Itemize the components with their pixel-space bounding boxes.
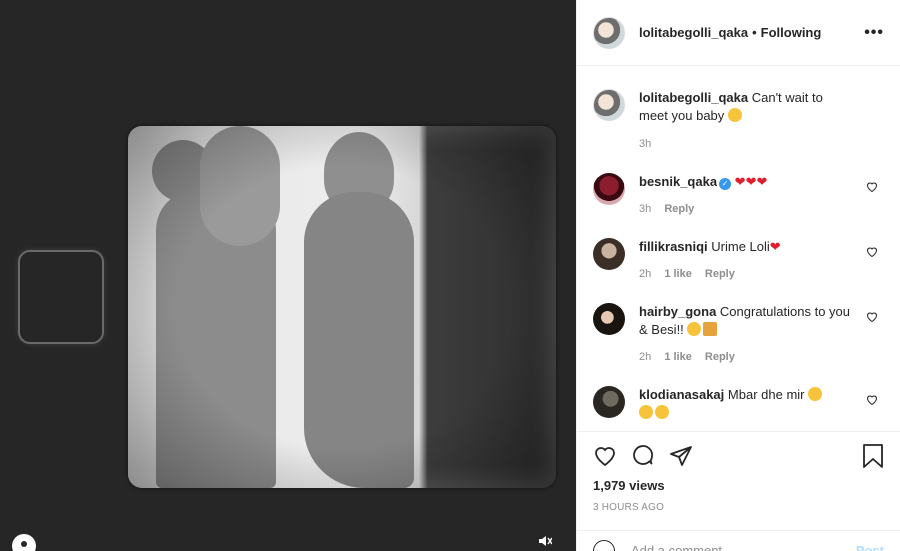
post-details-panel: lolitabegolli_qaka • Following ••• lolit… — [576, 0, 900, 551]
kiss-emoji-icon — [639, 405, 653, 419]
clap-emoji-icon — [687, 322, 702, 336]
post-media[interactable] — [0, 0, 576, 551]
film-vignette — [128, 126, 556, 488]
caption-avatar[interactable] — [593, 89, 625, 121]
kiss-emoji-icon — [655, 405, 669, 419]
share-icon[interactable] — [669, 444, 693, 468]
views-count[interactable]: 1,979 views — [593, 478, 884, 493]
party-popper-emoji-icon — [703, 322, 718, 336]
comment-item: klodianasakaj Mbar dhe mir — [593, 386, 884, 422]
comment-icon[interactable] — [631, 444, 655, 468]
like-comment-icon[interactable] — [866, 246, 878, 258]
commenter-avatar[interactable] — [593, 238, 625, 270]
author-avatar[interactable] — [593, 16, 625, 49]
kiss-emoji-icon — [808, 387, 823, 401]
mute-icon[interactable] — [538, 534, 560, 551]
like-icon[interactable] — [593, 444, 617, 468]
comment-item: besnik_qaka ✓ ❤❤❤ 3h Reply — [593, 173, 884, 218]
like-comment-icon[interactable] — [866, 394, 878, 406]
comment-text: Mbar dhe mir — [727, 387, 805, 402]
commenter-username[interactable]: besnik_qaka — [639, 174, 717, 189]
commenter-username[interactable]: fillikrasniqi — [639, 239, 708, 254]
add-comment-input[interactable] — [631, 543, 831, 551]
comment-time[interactable]: 2h — [639, 268, 651, 280]
author-username[interactable]: lolitabegolli_qaka — [639, 25, 748, 40]
verified-badge-icon: ✓ — [719, 178, 732, 190]
heart-emoji-icon: ❤❤❤ — [734, 174, 768, 189]
caption: lolitabegolli_qaka Can't wait to meet yo… — [593, 89, 884, 153]
comment-time[interactable]: 2h — [639, 351, 651, 363]
post-video[interactable] — [128, 126, 556, 488]
reply-button[interactable]: Reply — [705, 351, 735, 363]
commenter-username[interactable]: klodianasakaj — [639, 387, 724, 402]
commenter-avatar[interactable] — [593, 303, 625, 335]
comment-item: fillikrasniqi Urime Loli❤ 2h 1 like Repl… — [593, 238, 884, 283]
add-comment-bar: Post — [577, 530, 900, 551]
commenter-username[interactable]: hairby_gona — [639, 304, 716, 319]
comments-list[interactable]: lolitabegolli_qaka Can't wait to meet yo… — [577, 67, 900, 431]
film-sprocket-frame — [18, 250, 104, 344]
commenter-avatar[interactable] — [593, 173, 625, 205]
post-header: lolitabegolli_qaka • Following ••• — [577, 0, 900, 66]
tagged-users-icon[interactable] — [12, 534, 36, 551]
comment-item: hairby_gona Congratulations to you & Bes… — [593, 303, 884, 366]
reply-button[interactable]: Reply — [664, 203, 694, 215]
comment-likes[interactable]: 1 like — [664, 268, 692, 280]
commenter-avatar[interactable] — [593, 386, 625, 418]
comment-likes[interactable]: 1 like — [664, 351, 692, 363]
reply-button[interactable]: Reply — [705, 268, 735, 280]
more-options-icon[interactable]: ••• — [864, 24, 884, 42]
heart-emoji-icon: ❤ — [769, 239, 781, 254]
caption-time[interactable]: 3h — [639, 138, 651, 150]
caption-username[interactable]: lolitabegolli_qaka — [639, 90, 748, 105]
header-separator: • — [752, 25, 757, 40]
save-bookmark-icon[interactable] — [862, 444, 884, 468]
post-comment-button[interactable]: Post — [856, 543, 884, 551]
post-timestamp[interactable]: 3 HOURS AGO — [593, 502, 884, 513]
like-comment-icon[interactable] — [866, 181, 878, 193]
comment-text: Urime Loli — [711, 239, 770, 254]
post-actions: 1,979 views 3 HOURS AGO — [577, 431, 900, 513]
baby-emoji-icon — [727, 108, 742, 122]
comment-time[interactable]: 3h — [639, 203, 651, 215]
like-comment-icon[interactable] — [866, 311, 878, 323]
emoji-picker-icon[interactable] — [593, 539, 615, 551]
follow-status[interactable]: Following — [761, 25, 822, 40]
